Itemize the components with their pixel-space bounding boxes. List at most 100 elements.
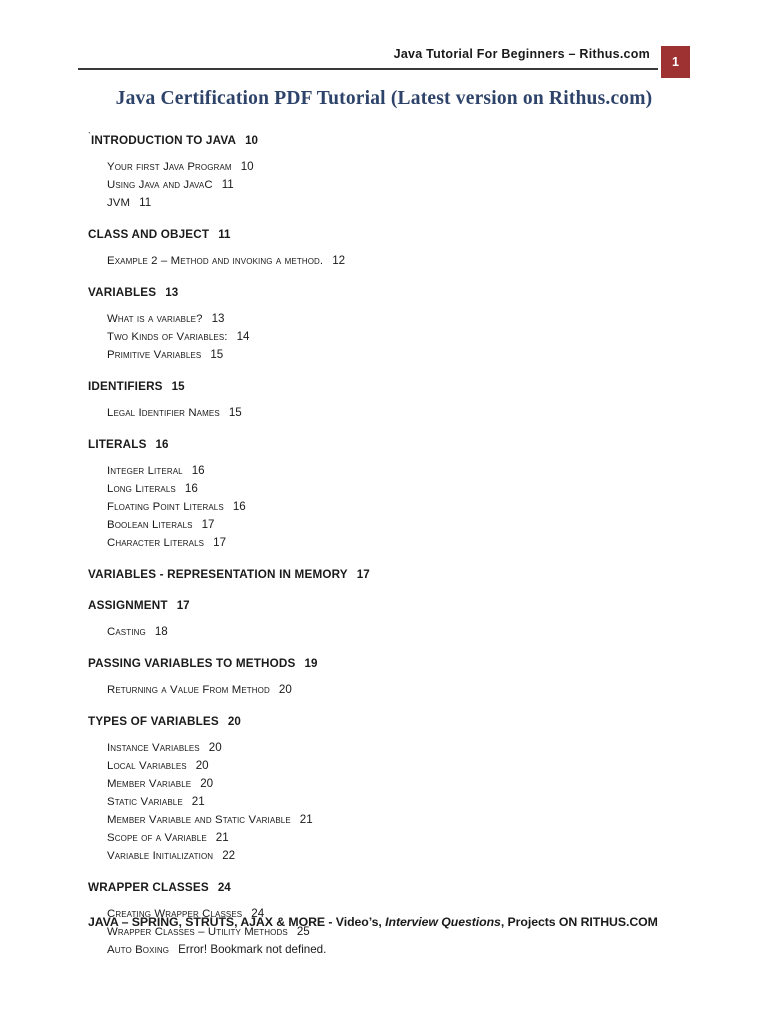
toc-entry-label: TYPES OF VARIABLES	[88, 715, 219, 728]
toc-entry-level-2[interactable]: Using Java and JavaC 11	[107, 176, 708, 194]
toc-entry-level-2[interactable]: Casting 18	[107, 623, 708, 641]
toc-entry-label: LITERALS	[88, 438, 147, 451]
toc-entry-label: JVM	[107, 197, 131, 209]
toc-entry-label: Boolean Literals	[107, 519, 193, 531]
toc-entry-label: IDENTIFIERS	[88, 380, 163, 393]
toc-entry-label: Long Literals	[107, 483, 176, 495]
toc-entry-label: Returning a Value From Method	[107, 684, 270, 696]
footer-text-projects: , Projects ON RITHUS.COM	[500, 915, 658, 929]
toc-entry-label: VARIABLES	[88, 286, 157, 299]
toc-entry-page-number: Error! Bookmark not defined.	[178, 943, 327, 956]
footer-text-primary: JAVA – SPRING, STRUTS, AJAX & MORE -	[88, 915, 336, 929]
toc-entry-label: CLASS AND OBJECT	[88, 228, 210, 241]
toc-entry-page-number: 11	[221, 178, 234, 191]
toc-entry-page-number: 16	[184, 482, 198, 495]
toc-entry-level-1[interactable]: WRAPPER CLASSES 24	[88, 879, 708, 896]
toc-entry-level-2[interactable]: Example 2 – Method and invoking a method…	[107, 252, 708, 270]
toc-entry-label: Using Java and JavaC	[107, 179, 213, 191]
toc-entry-level-2[interactable]: Instance Variables 20	[107, 739, 708, 757]
toc-entry-level-2[interactable]: Member Variable and Static Variable 21	[107, 811, 708, 829]
toc-entry-label: Two Kinds of Variables:	[107, 331, 228, 343]
toc-entry-page-number: 11	[139, 196, 152, 209]
toc-entry-page-number: 20	[227, 715, 241, 728]
toc-entry-level-2[interactable]: Static Variable 21	[107, 793, 708, 811]
toc-entry-label: Example 2 – Method and invoking a method…	[107, 255, 324, 267]
toc-entry-page-number: 11	[218, 228, 231, 241]
toc-entry-label: Casting	[107, 626, 146, 638]
page-number-badge: 1	[661, 46, 690, 78]
toc-entry-level-2[interactable]: What is a variable? 13	[107, 310, 708, 328]
toc-entry-level-2[interactable]: Primitive Variables 15	[107, 346, 708, 364]
toc-entry-level-2[interactable]: Local Variables 20	[107, 757, 708, 775]
toc-entry-page-number: 21	[215, 831, 229, 844]
toc-entry-page-number: 15	[210, 348, 224, 361]
toc-entry-level-2[interactable]: Integer Literal 16	[107, 462, 708, 480]
toc-entry-page-number: 21	[299, 813, 313, 826]
toc-entry-level-2[interactable]: JVM 11	[107, 194, 708, 212]
toc-entry-level-2[interactable]: Floating Point Literals 16	[107, 498, 708, 516]
toc-entry-page-number: 13	[165, 286, 179, 299]
header-title: Java Tutorial For Beginners – Rithus.com	[393, 47, 650, 61]
table-of-contents: `INTRODUCTION TO JAVA 10 Your first Java P…	[88, 128, 708, 959]
toc-entry-page-number: 16	[191, 464, 205, 477]
toc-entry-level-1[interactable]: CLASS AND OBJECT 11	[88, 226, 708, 243]
toc-entry-label: What is a variable?	[107, 313, 203, 325]
toc-entry-level-1[interactable]: LITERALS 16	[88, 436, 708, 453]
toc-entry-page-number: 15	[171, 380, 185, 393]
toc-entry-level-2[interactable]: Character Literals 17	[107, 534, 708, 552]
toc-entry-level-2[interactable]: Boolean Literals 17	[107, 516, 708, 534]
toc-entry-label: Your first Java Program	[107, 161, 232, 173]
toc-entry-page-number: 17	[176, 599, 190, 612]
toc-entry-page-number: 19	[304, 657, 318, 670]
toc-entry-level-2[interactable]: Auto Boxing Error! Bookmark not defined.	[107, 941, 708, 959]
toc-entry-level-2[interactable]: Two Kinds of Variables: 14	[107, 328, 708, 346]
toc-entry-label: Scope of a Variable	[107, 832, 207, 844]
toc-entry-label: INTRODUCTION TO JAVA	[91, 134, 237, 147]
toc-entry-level-1[interactable]: VARIABLES 13	[88, 284, 708, 301]
toc-entry-level-2[interactable]: Variable Initialization 22	[107, 847, 708, 865]
toc-entry-page-number: 14	[236, 330, 250, 343]
toc-entry-level-2[interactable]: Long Literals 16	[107, 480, 708, 498]
toc-entry-page-number: 20	[195, 759, 209, 772]
toc-entry-page-number: 18	[154, 625, 168, 638]
footer-text-interview-questions: Interview Questions	[385, 915, 501, 929]
toc-entry-level-1[interactable]: VARIABLES - REPRESENTATION IN MEMORY 17	[88, 566, 708, 583]
page-header: Java Tutorial For Beginners – Rithus.com…	[78, 44, 690, 78]
toc-entry-label: Primitive Variables	[107, 349, 202, 361]
toc-entry-label: WRAPPER CLASSES	[88, 881, 209, 894]
toc-entry-label: Legal Identifier Names	[107, 407, 220, 419]
toc-entry-label: Integer Literal	[107, 465, 183, 477]
toc-entry-label: VARIABLES - REPRESENTATION IN MEMORY	[88, 568, 348, 581]
toc-entry-level-1[interactable]: PASSING VARIABLES TO METHODS 19	[88, 655, 708, 672]
toc-entry-page-number: 13	[211, 312, 225, 325]
toc-entry-label: Member Variable	[107, 778, 192, 790]
toc-entry-label: Variable Initialization	[107, 850, 214, 862]
toc-entry-page-number: 24	[217, 881, 231, 894]
toc-entry-page-number: 16	[232, 500, 246, 513]
toc-entry-label: Local Variables	[107, 760, 187, 772]
toc-entry-label: Floating Point Literals	[107, 501, 224, 513]
toc-entry-level-1[interactable]: ASSIGNMENT 17	[88, 597, 708, 614]
toc-entry-level-2[interactable]: Scope of a Variable 21	[107, 829, 708, 847]
toc-entry-level-2[interactable]: Legal Identifier Names 15	[107, 404, 708, 422]
toc-entry-level-2[interactable]: Returning a Value From Method 20	[107, 681, 708, 699]
toc-entry-level-1[interactable]: IDENTIFIERS 15	[88, 378, 708, 395]
toc-entry-level-1[interactable]: TYPES OF VARIABLES 20	[88, 713, 708, 730]
toc-entry-page-number: 22	[222, 849, 236, 862]
page-footer: JAVA – SPRING, STRUTS, AJAX & MORE - Vid…	[88, 915, 658, 929]
toc-entry-level-2[interactable]: Your first Java Program 10	[107, 158, 708, 176]
toc-entry-level-1[interactable]: `INTRODUCTION TO JAVA 10	[88, 128, 708, 149]
toc-entry-page-number: 12	[332, 254, 346, 267]
toc-entry-label: Member Variable and Static Variable	[107, 814, 291, 826]
toc-entry-page-number: 17	[201, 518, 215, 531]
toc-entry-level-2[interactable]: Member Variable 20	[107, 775, 708, 793]
footer-text-videos: Video’s,	[335, 915, 386, 929]
toc-entry-page-number: 20	[200, 777, 214, 790]
toc-entry-label: ASSIGNMENT	[88, 599, 168, 612]
toc-entry-label: Static Variable	[107, 796, 183, 808]
header-rule	[78, 68, 658, 70]
toc-entry-page-number: 16	[155, 438, 169, 451]
toc-entry-label: PASSING VARIABLES TO METHODS	[88, 657, 296, 670]
toc-entry-page-number: 21	[191, 795, 205, 808]
document-page: Java Tutorial For Beginners – Rithus.com…	[0, 0, 768, 1024]
